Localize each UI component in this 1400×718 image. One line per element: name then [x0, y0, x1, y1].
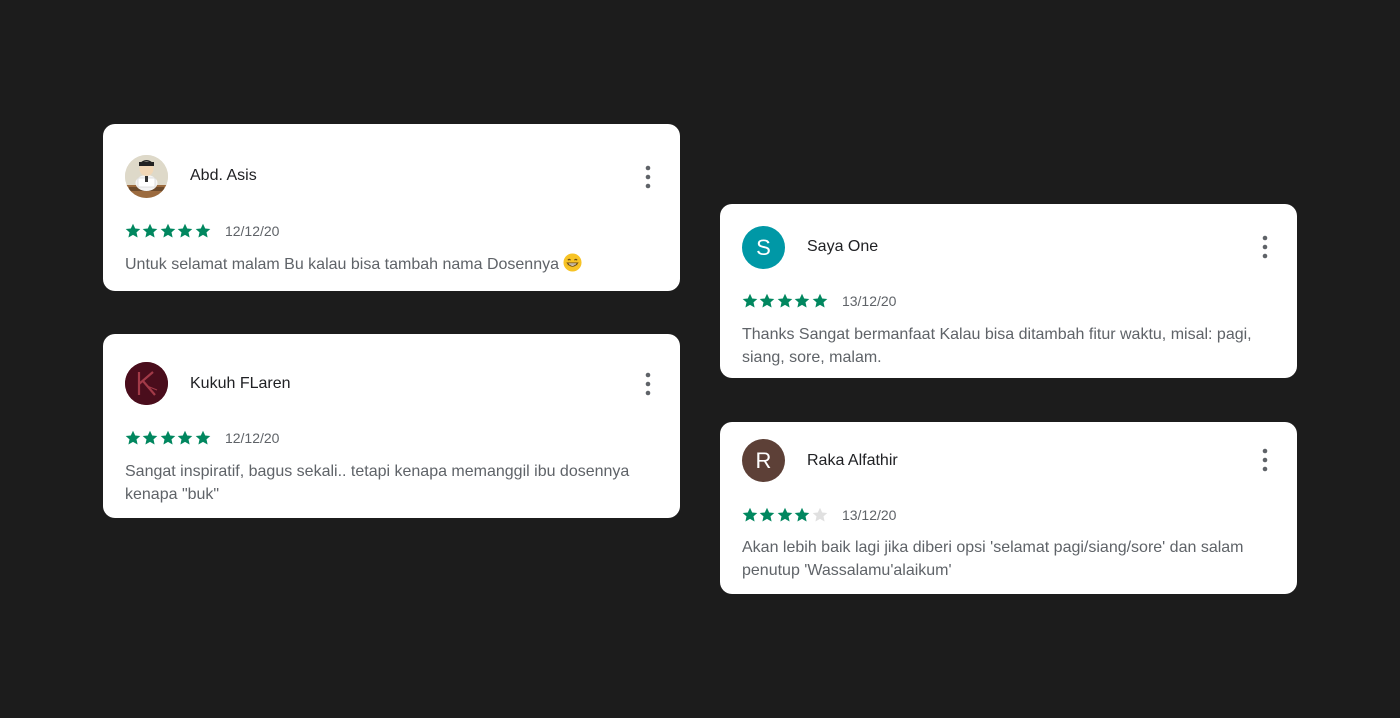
star-filled-icon	[742, 507, 758, 522]
review-date: 12/12/20	[224, 223, 280, 239]
user-avatar[interactable]	[125, 155, 168, 198]
review-card: Abd. Asis 12/12/20 Untuk selamat malam B…	[103, 124, 680, 291]
k-logo-avatar-icon	[125, 362, 168, 405]
review-date: 13/12/20	[841, 507, 897, 523]
star-filled-icon	[160, 430, 176, 445]
star-filled-icon	[760, 507, 775, 522]
star-filled-icon	[195, 430, 210, 445]
star-empty-icon	[812, 507, 827, 522]
star-filled-icon	[777, 507, 793, 522]
user-avatar[interactable]: S	[742, 226, 785, 269]
review-card: R Raka Alfathir 13/12/20 Akan lebih baik…	[720, 422, 1297, 594]
review-card: S Saya One 13/12/20 Thanks Sangat berman…	[720, 204, 1297, 378]
more-options-icon[interactable]	[1257, 447, 1273, 473]
star-filled-icon	[177, 223, 193, 238]
review-card: Kukuh FLaren 12/12/20 Sangat inspiratif,…	[103, 334, 680, 518]
star-filled-icon	[812, 293, 827, 308]
reviewer-name: Abd. Asis	[190, 167, 257, 184]
review-text: Thanks Sangat bermanfaat Kalau bisa dita…	[742, 326, 1252, 366]
star-filled-icon	[760, 293, 775, 308]
review-text: Untuk selamat malam Bu kalau bisa tambah…	[125, 253, 658, 276]
grinning-face-icon	[563, 253, 582, 272]
star-rating	[125, 223, 212, 239]
review-text: Sangat inspiratif, bagus sekali.. tetapi…	[125, 463, 630, 503]
review-date: 13/12/20	[841, 293, 897, 309]
star-rating	[125, 430, 212, 446]
star-filled-icon	[143, 430, 158, 445]
avatar-letter: S	[756, 234, 771, 260]
rating-row: 12/12/20	[125, 222, 279, 240]
star-filled-icon	[143, 223, 158, 238]
rating-row: 13/12/20	[742, 506, 896, 524]
review-date: 12/12/20	[224, 430, 280, 446]
more-options-icon[interactable]	[1257, 234, 1273, 260]
reviewer-name: Saya One	[807, 238, 879, 255]
star-filled-icon	[195, 223, 210, 238]
cartoon-avatar-icon	[125, 155, 168, 198]
review-text-content: Untuk selamat malam Bu kalau bisa tambah…	[125, 256, 559, 273]
reviewer-name: Kukuh FLaren	[190, 375, 291, 392]
star-filled-icon	[777, 293, 793, 308]
star-rating	[742, 507, 829, 523]
review-text: Akan lebih baik lagi jika diberi opsi 's…	[742, 539, 1244, 579]
star-rating	[742, 293, 829, 309]
star-filled-icon	[742, 293, 758, 308]
reviewer-name: Raka Alfathir	[807, 452, 898, 469]
star-filled-icon	[794, 507, 810, 522]
user-avatar[interactable]	[125, 362, 168, 405]
user-avatar[interactable]: R	[742, 439, 785, 482]
avatar-letter: R	[755, 447, 772, 473]
star-filled-icon	[125, 223, 141, 238]
more-options-icon[interactable]	[640, 371, 656, 397]
rating-row: 12/12/20	[125, 429, 279, 447]
star-filled-icon	[160, 223, 176, 238]
star-filled-icon	[125, 430, 141, 445]
star-filled-icon	[794, 293, 810, 308]
star-filled-icon	[177, 430, 193, 445]
rating-row: 13/12/20	[742, 292, 896, 310]
more-options-icon[interactable]	[640, 164, 656, 190]
